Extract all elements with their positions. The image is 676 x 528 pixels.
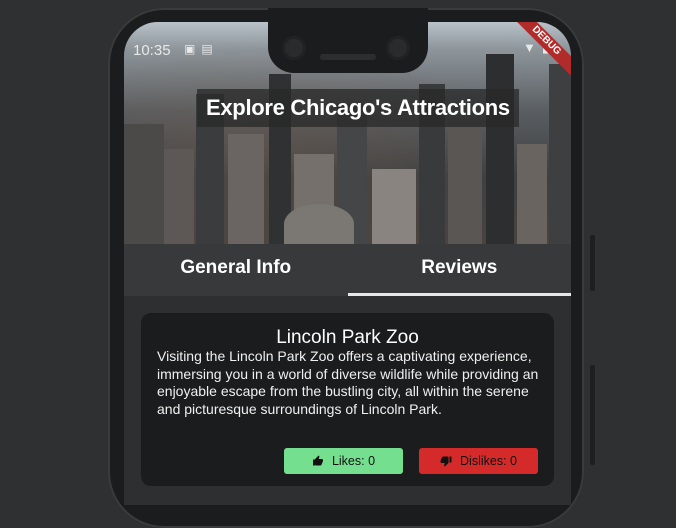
camera-notch <box>268 8 428 73</box>
page-title: Explore Chicago's Attractions <box>197 89 519 127</box>
wifi-icon: ▼ <box>522 40 536 55</box>
attraction-name: Lincoln Park Zoo <box>276 327 419 348</box>
tab-bar: General Info Reviews <box>124 244 571 296</box>
front-camera-right <box>386 36 410 60</box>
earpiece-speaker <box>320 54 376 60</box>
power-button <box>590 235 595 291</box>
attraction-description: Visiting the Lincoln Park Zoo offers a c… <box>157 348 539 417</box>
like-button[interactable]: Likes: 0 <box>284 448 403 474</box>
tab-general-info[interactable]: General Info <box>124 244 348 296</box>
thumbs-up-icon <box>312 455 323 466</box>
status-time: 10:35 <box>133 42 171 59</box>
attraction-card: Lincoln Park Zoo Visiting the Lincoln Pa… <box>141 313 554 486</box>
dislike-button[interactable]: Dislikes: 0 <box>419 448 538 474</box>
dislikes-count: Dislikes: 0 <box>460 454 517 468</box>
app-screen: 10:35 ▣ ▤ ▼ ▮ DEBUG Explore Chicago's At… <box>124 22 571 505</box>
tab-reviews[interactable]: Reviews <box>347 244 572 296</box>
status-notification-icons: ▣ ▤ <box>184 42 213 56</box>
front-camera-left <box>282 36 306 60</box>
thumbs-down-icon <box>440 456 452 467</box>
volume-button <box>590 365 595 465</box>
sd-card-icon: ▤ <box>201 42 213 56</box>
likes-count: Likes: 0 <box>331 454 376 468</box>
app-notification-icon: ▣ <box>184 42 196 56</box>
